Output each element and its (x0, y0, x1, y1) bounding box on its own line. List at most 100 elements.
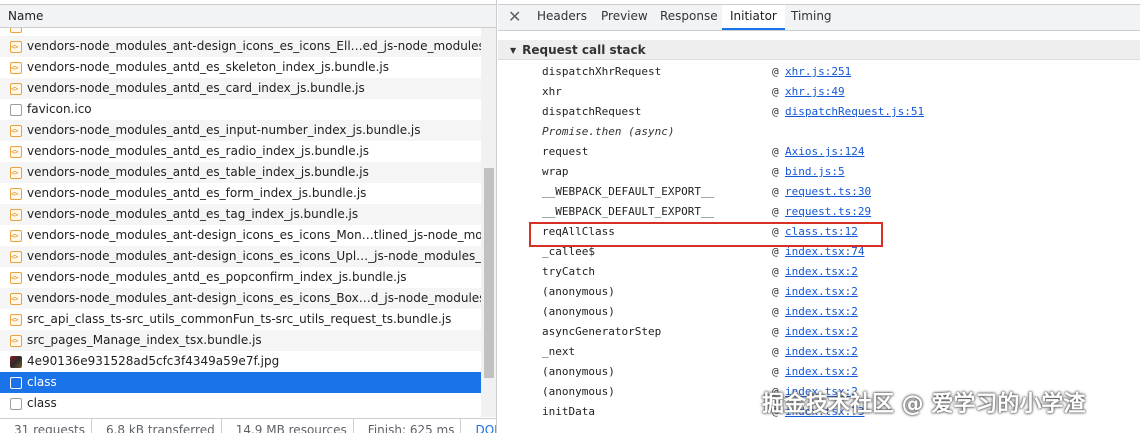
at-symbol: @ (772, 365, 779, 378)
request-row[interactable]: 4e90136e931528ad5cfc3f4349a59e7f.jpg (0, 351, 481, 372)
collapse-triangle-icon: ▼ (510, 46, 517, 55)
frame-source-link[interactable]: index.tsx:2 (785, 262, 858, 282)
frame-source-link[interactable]: dispatchRequest.js:51 (785, 102, 924, 122)
network-status-bar: 31 requests 6.8 kB transferred 14.9 MB res… (0, 418, 496, 433)
frame-function-name: request (542, 145, 589, 158)
call-frame: _callee$ @ index.tsx:74 (498, 242, 1140, 262)
frame-source-link[interactable]: index.tsx:2 (785, 302, 858, 322)
call-frame: _next @ index.tsx:2 (498, 342, 1140, 362)
call-frame: request @ Axios.js:124 (498, 142, 1140, 162)
frame-function-name: (anonymous) (542, 285, 615, 298)
js-file-icon (10, 268, 22, 288)
frame-source-link[interactable]: bind.js:5 (785, 162, 845, 182)
tab-timing[interactable]: Timing (791, 5, 832, 30)
frame-function-name: dispatchRequest (542, 105, 642, 118)
at-symbol: @ (772, 145, 779, 158)
frame-function-name: xhr (542, 85, 562, 98)
request-row[interactable]: class (0, 393, 481, 414)
call-frame: (anonymous) @ index.tsx:2 (498, 302, 1140, 322)
request-row[interactable]: vendors-node_modules_ant-design_icons_es… (0, 288, 481, 309)
request-call-stack-header[interactable]: ▼ Request call stack (498, 40, 1140, 60)
frame-function-name: initData (542, 405, 595, 418)
at-symbol: @ (772, 165, 779, 178)
tab-initiator[interactable]: Initiator (722, 5, 785, 30)
request-row[interactable]: vendors-node_modules_antd_es_skeleton_in… (0, 57, 481, 78)
close-icon[interactable]: ✕ (508, 6, 521, 28)
request-row[interactable]: vendors-node_modules_ant-design_icons_es… (0, 246, 481, 267)
request-name: src_api_class_ts-src_utils_commonFun_ts-… (27, 312, 452, 326)
js-file-icon (10, 163, 22, 183)
call-frame: __WEBPACK_DEFAULT_EXPORT__ @ request.ts:30 (498, 182, 1140, 202)
resources-size: 14.9 MB resources (222, 419, 354, 433)
network-request-list: Name vendors-node_modules_antd_es_checkb… (0, 0, 497, 433)
call-frame: (anonymous) @ index.tsx:2 (498, 282, 1140, 302)
at-symbol: @ (772, 205, 779, 218)
request-count: 31 requests (0, 419, 92, 433)
call-frame: dispatchXhrRequest @ xhr.js:251 (498, 62, 1140, 82)
frame-source-link[interactable]: request.ts:30 (785, 182, 871, 202)
call-frame: dispatchRequest @ dispatchRequest.js:51 (498, 102, 1140, 122)
frame-source-link[interactable]: xhr.js:49 (785, 82, 845, 102)
call-frame: asyncGeneratorStep @ index.tsx:2 (498, 322, 1140, 342)
tab-headers[interactable]: Headers (537, 5, 587, 30)
frame-source-link[interactable]: index.tsx:2 (785, 362, 858, 382)
request-row[interactable]: src_pages_Manage_index_tsx.bundle.js (0, 330, 481, 351)
at-symbol: @ (772, 345, 779, 358)
frame-function-name: __WEBPACK_DEFAULT_EXPORT__ (542, 205, 715, 218)
js-file-icon (10, 310, 22, 330)
request-name: vendors-node_modules_antd_es_form_index_… (27, 186, 367, 200)
js-file-icon (10, 121, 22, 141)
request-row[interactable]: vendors-node_modules_antd_es_table_index… (0, 162, 481, 183)
request-row[interactable]: vendors-node_modules_ant-design_icons_es… (0, 225, 481, 246)
request-row[interactable]: vendors-node_modules_antd_es_input-numbe… (0, 120, 481, 141)
frame-source-link[interactable]: index.tsx:2 (785, 282, 858, 302)
tab-response[interactable]: Response (660, 5, 718, 30)
frame-function-name: tryCatch (542, 265, 595, 278)
at-symbol: @ (772, 65, 779, 78)
request-name: favicon.ico (27, 102, 92, 116)
image-file-icon (10, 356, 22, 368)
call-stack-list: dispatchXhrRequest @ xhr.js:251 xhr @ xhr.js:… (498, 62, 1140, 422)
request-row[interactable]: vendors-node_modules_antd_es_form_index_… (0, 183, 481, 204)
request-row[interactable]: src_api_class_ts-src_utils_commonFun_ts-… (0, 309, 481, 330)
request-rows: vendors-node_modules_antd_es_checkbox_in… (0, 28, 481, 414)
request-row[interactable]: vendors-node_modules_antd_es_checkbox_in… (0, 28, 481, 36)
request-row[interactable]: vendors-node_modules_antd_es_card_index_… (0, 78, 481, 99)
request-row[interactable]: vendors-node_modules_antd_es_tag_index_j… (0, 204, 481, 225)
frame-source-link[interactable]: request.ts:29 (785, 202, 871, 222)
name-column-header[interactable]: Name (0, 4, 496, 28)
frame-source-link[interactable]: index.tsx:74 (785, 242, 864, 262)
at-symbol: @ (772, 85, 779, 98)
call-frame: xhr @ xhr.js:49 (498, 82, 1140, 102)
request-row[interactable]: vendors-node_modules_ant-design_icons_es… (0, 36, 481, 57)
tab-preview[interactable]: Preview (601, 5, 648, 30)
request-row[interactable]: vendors-node_modules_antd_es_radio_index… (0, 141, 481, 162)
request-list-scrollbar[interactable] (481, 28, 496, 417)
document-icon (10, 398, 22, 410)
transferred-size: 6.8 kB transferred (92, 419, 222, 433)
frame-source-link[interactable]: xhr.js:251 (785, 62, 851, 82)
request-name: vendors-node_modules_ant-design_icons_es… (27, 291, 481, 305)
frame-source-link[interactable]: index.tsx:2 (785, 342, 858, 362)
frame-function-name: (anonymous) (542, 305, 615, 318)
request-row[interactable]: vendors-node_modules_antd_es_popconfirm_… (0, 267, 481, 288)
frame-source-link[interactable]: class.ts:12 (785, 222, 858, 242)
frame-function-name: _next (542, 345, 576, 358)
request-name: vendors-node_modules_antd_es_tag_index_j… (27, 207, 359, 221)
frame-source-link[interactable]: index.tsx:2 (785, 322, 858, 342)
js-file-icon (10, 79, 22, 99)
request-name: vendors-node_modules_antd_es_card_index_… (27, 81, 365, 95)
at-symbol: @ (772, 245, 779, 258)
frame-function-name: wrap (542, 165, 569, 178)
scrollbar-thumb[interactable] (484, 168, 494, 378)
js-file-icon (10, 37, 22, 57)
request-row[interactable]: class (0, 372, 481, 393)
call-frame: wrap @ bind.js:5 (498, 162, 1140, 182)
call-frame: tryCatch @ index.tsx:2 (498, 262, 1140, 282)
at-symbol: @ (772, 185, 779, 198)
section-title: Request call stack (522, 43, 646, 57)
frame-source-link[interactable]: Axios.js:124 (785, 142, 864, 162)
request-row[interactable]: favicon.ico (0, 99, 481, 120)
js-file-icon (10, 142, 22, 162)
request-name: 4e90136e931528ad5cfc3f4349a59e7f.jpg (27, 354, 280, 368)
